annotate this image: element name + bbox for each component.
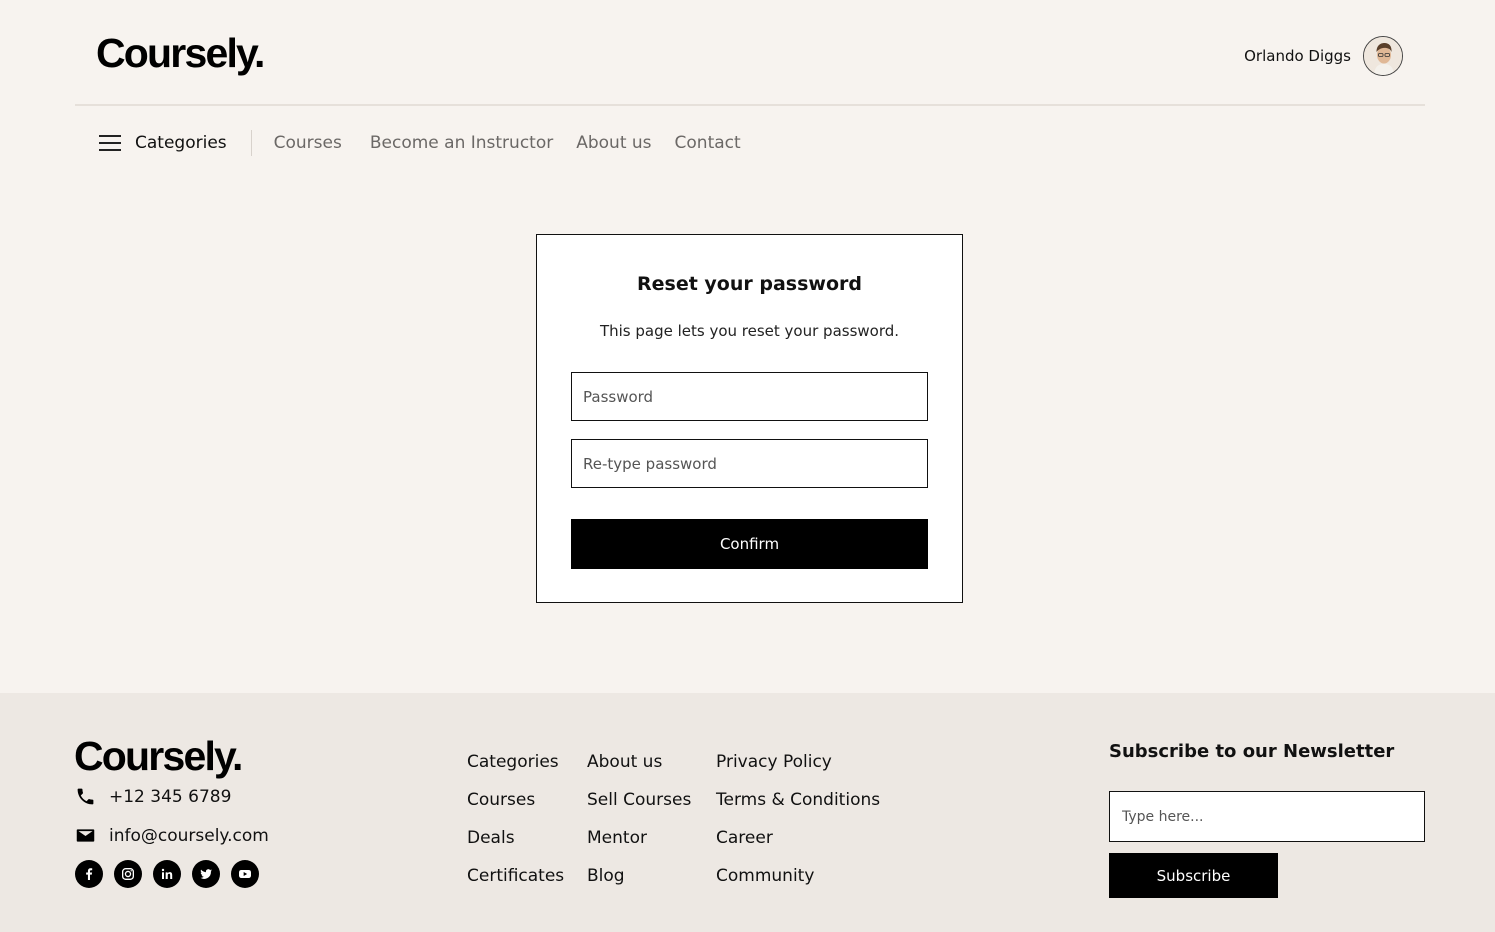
password-input[interactable] bbox=[571, 372, 928, 421]
hamburger-icon[interactable] bbox=[99, 135, 121, 151]
subscribe-button[interactable]: Subscribe bbox=[1109, 853, 1278, 898]
youtube-icon[interactable] bbox=[231, 860, 259, 888]
footer-email[interactable]: info@coursely.com bbox=[75, 825, 269, 846]
facebook-icon[interactable] bbox=[75, 860, 103, 888]
footer-link-mentor[interactable]: Mentor bbox=[587, 827, 691, 849]
nav-categories[interactable]: Categories bbox=[135, 133, 227, 153]
logo[interactable]: Coursely. bbox=[96, 30, 265, 77]
footer: Coursely. +12 345 6789 info@coursely.com bbox=[0, 693, 1495, 932]
newsletter-input[interactable] bbox=[1109, 791, 1425, 842]
confirm-button[interactable]: Confirm bbox=[571, 519, 928, 569]
nav-link-about-us[interactable]: About us bbox=[576, 133, 651, 153]
retype-password-input[interactable] bbox=[571, 439, 928, 488]
phone-icon bbox=[77, 788, 94, 805]
main-nav: Categories Courses Become an Instructor … bbox=[99, 130, 764, 156]
instagram-icon[interactable] bbox=[114, 860, 142, 888]
footer-link-categories[interactable]: Categories bbox=[467, 751, 564, 773]
footer-link-about-us[interactable]: About us bbox=[587, 751, 691, 773]
newsletter-title: Subscribe to our Newsletter bbox=[1109, 741, 1395, 762]
page: Coursely. Orlando Diggs Categories Cours… bbox=[0, 0, 1495, 932]
footer-links-col2: About us Sell Courses Mentor Blog bbox=[587, 751, 691, 887]
footer-link-deals[interactable]: Deals bbox=[467, 827, 564, 849]
user-name: Orlando Diggs bbox=[1244, 47, 1351, 65]
phone-number: +12 345 6789 bbox=[109, 786, 232, 807]
social-links bbox=[75, 860, 259, 888]
card-description: This page lets you reset your password. bbox=[599, 322, 900, 340]
nav-link-courses[interactable]: Courses bbox=[274, 133, 342, 153]
nav-link-contact[interactable]: Contact bbox=[675, 133, 741, 153]
footer-logo[interactable]: Coursely. bbox=[74, 733, 243, 780]
twitter-icon[interactable] bbox=[192, 860, 220, 888]
footer-link-certificates[interactable]: Certificates bbox=[467, 865, 564, 887]
nav-separator bbox=[250, 130, 252, 156]
card-title: Reset your password bbox=[637, 273, 862, 295]
mail-icon bbox=[76, 829, 95, 842]
footer-links-col3: Privacy Policy Terms & Conditions Career… bbox=[716, 751, 880, 887]
footer-link-sell-courses[interactable]: Sell Courses bbox=[587, 789, 691, 811]
header-divider bbox=[75, 104, 1425, 106]
footer-phone[interactable]: +12 345 6789 bbox=[75, 786, 231, 807]
linkedin-icon[interactable] bbox=[153, 860, 181, 888]
footer-link-terms[interactable]: Terms & Conditions bbox=[716, 789, 880, 811]
footer-link-courses[interactable]: Courses bbox=[467, 789, 564, 811]
reset-password-card: Reset your password This page lets you r… bbox=[536, 234, 963, 603]
footer-link-career[interactable]: Career bbox=[716, 827, 880, 849]
email-address: info@coursely.com bbox=[109, 825, 269, 846]
avatar[interactable] bbox=[1363, 36, 1403, 76]
footer-link-blog[interactable]: Blog bbox=[587, 865, 691, 887]
footer-link-privacy-policy[interactable]: Privacy Policy bbox=[716, 751, 880, 773]
user-menu[interactable]: Orlando Diggs bbox=[1244, 36, 1403, 76]
footer-links-col1: Categories Courses Deals Certificates bbox=[467, 751, 564, 887]
nav-link-become-instructor[interactable]: Become an Instructor bbox=[370, 133, 553, 153]
footer-link-community[interactable]: Community bbox=[716, 865, 880, 887]
avatar-image bbox=[1364, 37, 1402, 75]
